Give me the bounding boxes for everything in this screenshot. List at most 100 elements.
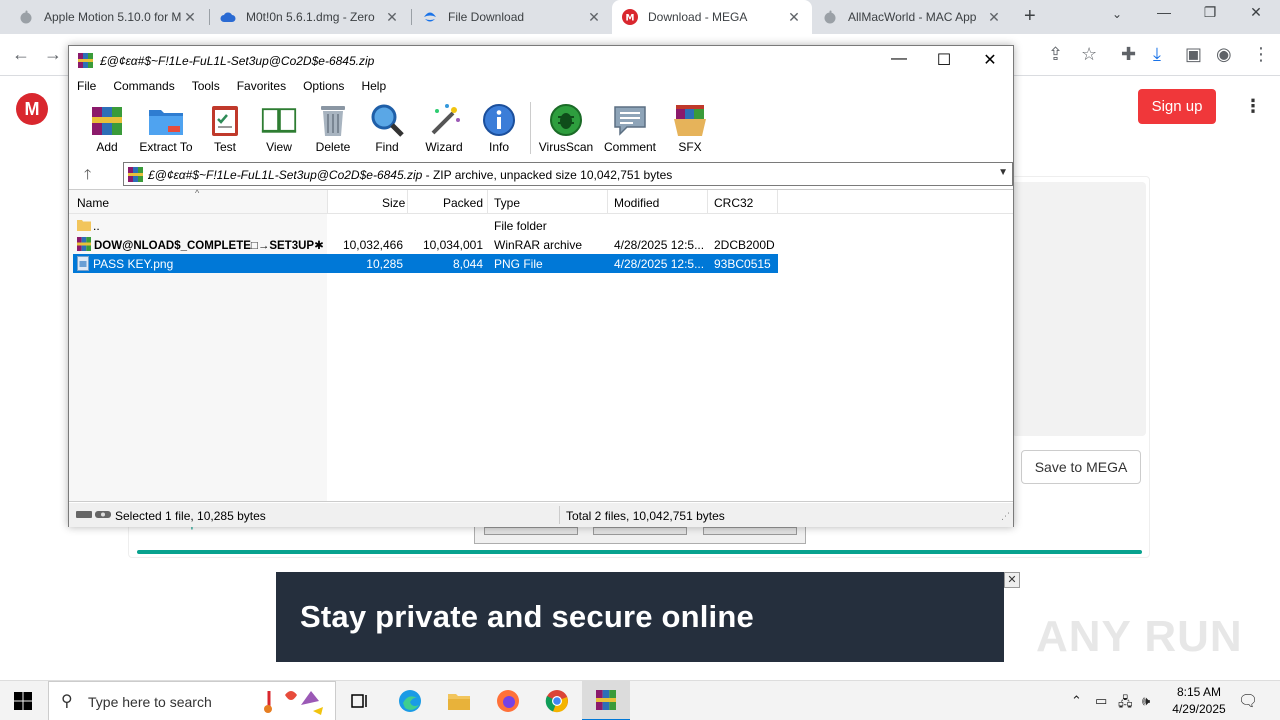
column-size[interactable]: Size — [382, 196, 405, 210]
column-modified[interactable]: Modified — [614, 196, 659, 210]
taskbar-search-box[interactable]: ⚲ Type here to search — [48, 681, 336, 720]
extract-to-button[interactable]: Extract To — [139, 102, 193, 154]
tab-motion-dmg[interactable]: M0t!0n 5.6.1.dmg - Zero ✕ — [210, 0, 410, 34]
downloads-icon[interactable]: ⤓ — [1153, 44, 1161, 65]
volume-icon[interactable]: 🕪 — [1142, 693, 1150, 709]
resize-grip-icon[interactable]: ⋰ — [1001, 511, 1010, 522]
column-divider[interactable] — [487, 190, 488, 214]
column-divider[interactable] — [777, 190, 778, 214]
new-tab-button[interactable]: + — [1024, 5, 1036, 28]
tab-close-icon[interactable]: ✕ — [384, 9, 400, 26]
table-row[interactable]: DOW@NLOAD$_COMPLETE□→SET3UP✱... 10,032,4… — [73, 235, 778, 254]
up-folder-icon[interactable]: 🡑 — [84, 164, 91, 188]
column-packed[interactable]: Packed — [443, 196, 483, 210]
archive-path-text: £@¢εα#$~F!1Le-FuL1L-Set3up@Co2D$e-6845.z… — [148, 168, 672, 182]
winrar-titlebar[interactable]: £@¢εα#$~F!1Le-FuL1L-Set3up@Co2D$e-6845.z… — [69, 46, 1013, 76]
menu-options[interactable]: Options — [303, 76, 344, 96]
column-type[interactable]: Type — [494, 196, 520, 210]
tab-close-icon[interactable]: ✕ — [986, 9, 1002, 26]
winrar-menubar: File Commands Tools Favorites Options He… — [69, 76, 1013, 96]
task-view-icon[interactable] — [336, 681, 384, 720]
file-size: 10,285 — [366, 257, 403, 271]
column-divider[interactable] — [607, 190, 608, 214]
column-divider[interactable] — [707, 190, 708, 214]
column-crc32[interactable]: CRC32 — [714, 196, 753, 210]
menu-favorites[interactable]: Favorites — [237, 76, 286, 96]
tab-apple-motion[interactable]: Apple Motion 5.10.0 for M ✕ — [8, 0, 208, 34]
sfx-button[interactable]: SFX — [669, 102, 711, 154]
firefox-icon[interactable] — [484, 681, 532, 720]
show-hidden-icons-icon[interactable]: ⌃ — [1071, 693, 1082, 709]
back-icon[interactable]: ← — [12, 44, 30, 65]
side-panel-icon[interactable]: ▣ — [1185, 44, 1202, 65]
minimize-icon[interactable]: — — [1141, 4, 1187, 20]
download-progress-bar — [137, 550, 1142, 554]
menu-commands[interactable]: Commands — [113, 76, 174, 96]
total-status: Total 2 files, 10,042,751 bytes — [566, 509, 725, 523]
device-icon[interactable]: ▭ — [1095, 693, 1107, 709]
maximize-icon[interactable]: ☐ — [921, 50, 967, 70]
view-button[interactable]: View — [257, 102, 301, 154]
ad-close-button[interactable]: ✕ — [1004, 572, 1020, 588]
delete-button[interactable]: Delete — [313, 102, 353, 154]
test-button[interactable]: Test — [205, 102, 245, 154]
column-divider[interactable] — [407, 190, 408, 214]
taskbar-clock[interactable]: 8:15 AM 4/29/2025 — [1160, 684, 1238, 718]
extensions-icon[interactable]: ✚ — [1121, 44, 1136, 65]
dialog-button[interactable] — [703, 527, 797, 535]
tab-close-icon[interactable]: ✕ — [786, 9, 802, 26]
signup-button[interactable]: Sign up — [1138, 89, 1216, 124]
bookmark-star-icon[interactable]: ☆ — [1081, 44, 1097, 65]
column-divider[interactable] — [327, 190, 328, 214]
ad-banner[interactable]: Stay private and secure online — [276, 572, 1004, 662]
network-icon[interactable]: 🖧 — [1118, 693, 1133, 715]
tab-search-icon[interactable]: ⌄ — [1112, 7, 1122, 21]
share-icon[interactable]: ⇪ — [1048, 44, 1063, 65]
notification-icon[interactable]: 🗨 — [1238, 691, 1258, 711]
find-button[interactable]: Find — [367, 102, 407, 154]
profile-avatar-icon[interactable]: ◉ — [1216, 44, 1232, 65]
restore-icon[interactable]: ❐ — [1187, 4, 1233, 21]
info-button[interactable]: Info — [479, 102, 519, 154]
column-name[interactable]: Name — [77, 196, 109, 210]
archive-path-field[interactable]: £@¢εα#$~F!1Le-FuL1L-Set3up@Co2D$e-6845.z… — [123, 162, 1013, 186]
windows-start-icon[interactable] — [14, 692, 32, 710]
comment-label: Comment — [603, 140, 656, 154]
tab-close-icon[interactable]: ✕ — [586, 9, 602, 26]
page-menu-icon[interactable]: ⋮ — [1244, 96, 1262, 117]
comment-button[interactable]: Comment — [601, 102, 659, 154]
file-explorer-icon[interactable] — [435, 681, 483, 720]
mega-logo[interactable]: M — [16, 93, 48, 125]
file-name: PASS KEY.png — [93, 257, 174, 271]
dialog-button[interactable] — [484, 527, 578, 535]
virusscan-button[interactable]: VirusScan — [537, 102, 595, 154]
wizard-button[interactable]: Wizard — [423, 102, 465, 154]
table-row[interactable]: .. File folder — [73, 216, 778, 235]
dialog-button[interactable] — [593, 527, 687, 535]
add-button[interactable]: Add — [87, 102, 127, 154]
tab-title: M0t!0n 5.6.1.dmg - Zero — [246, 10, 375, 24]
edge-browser-icon[interactable] — [386, 681, 434, 720]
file-modified: 4/28/2025 12:5... — [614, 257, 704, 271]
close-icon[interactable]: ✕ — [967, 50, 1013, 70]
add-label: Add — [96, 140, 118, 154]
menu-help[interactable]: Help — [361, 76, 386, 96]
tab-download-mega[interactable]: M Download - MEGA ✕ — [612, 0, 812, 34]
tab-file-download[interactable]: File Download ✕ — [412, 0, 612, 34]
file-packed: 10,034,001 — [422, 238, 483, 252]
chrome-icon[interactable] — [533, 681, 581, 720]
browser-tab-strip: Apple Motion 5.10.0 for M ✕ M0t!0n 5.6.1… — [0, 0, 1280, 34]
chrome-menu-icon[interactable]: ⋮ — [1252, 44, 1270, 65]
delete-label: Delete — [315, 140, 351, 154]
menu-tools[interactable]: Tools — [192, 76, 220, 96]
tab-allmacworld[interactable]: AllMacWorld - MAC App ✕ — [812, 0, 1012, 34]
tab-close-icon[interactable]: ✕ — [182, 9, 198, 26]
forward-icon[interactable]: → — [44, 44, 62, 65]
table-row-selected[interactable]: PASS KEY.png 10,285 8,044 PNG File 4/28/… — [73, 254, 778, 273]
chevron-down-icon[interactable]: ▼ — [998, 167, 1008, 178]
winrar-taskbar-icon[interactable] — [582, 681, 630, 720]
menu-file[interactable]: File — [77, 76, 96, 96]
close-window-icon[interactable]: ✕ — [1233, 4, 1279, 21]
save-to-mega-button[interactable]: Save to MEGA — [1021, 450, 1141, 484]
minimize-icon[interactable]: — — [876, 50, 922, 68]
